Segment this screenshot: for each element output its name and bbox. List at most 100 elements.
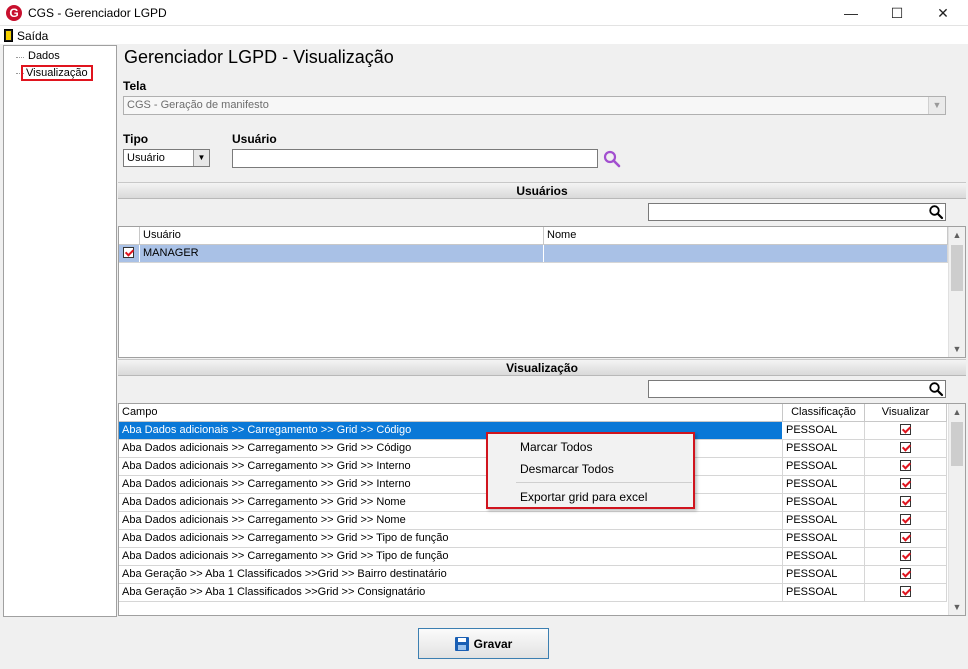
tree-item-visualizacao[interactable]: Visualização [21, 65, 93, 81]
visualizar-cell[interactable] [865, 512, 947, 529]
visualizar-cell[interactable] [865, 530, 947, 547]
visualizar-checkbox[interactable] [900, 549, 911, 561]
classificacao-cell: PESSOAL [783, 440, 865, 457]
visualizacao-grid-header: Campo Classificação Visualizar [119, 404, 947, 422]
visualizacao-filter-input[interactable] [648, 380, 946, 398]
visualizar-cell[interactable] [865, 548, 947, 565]
footer: Gravar [0, 617, 968, 669]
classificacao-cell: PESSOAL [783, 494, 865, 511]
visualizar-checkbox[interactable] [900, 441, 911, 453]
table-row[interactable]: MANAGER [119, 245, 948, 263]
visualizar-checkbox[interactable] [900, 585, 911, 597]
visualizar-cell[interactable] [865, 422, 947, 439]
tipo-select[interactable]: Usuário ▼ [123, 149, 210, 167]
menu-bar: Saída [0, 26, 968, 44]
classificacao-cell: PESSOAL [783, 458, 865, 475]
chevron-down-icon: ▼ [928, 97, 945, 114]
scroll-thumb[interactable] [951, 422, 963, 466]
classificacao-cell: PESSOAL [783, 566, 865, 583]
table-row[interactable]: Aba Dados adicionais >> Carregamento >> … [119, 530, 947, 548]
tree-connector [16, 57, 24, 58]
campo-cell: Aba Dados adicionais >> Carregamento >> … [119, 512, 783, 529]
visualizar-checkbox[interactable] [900, 495, 911, 507]
campo-cell: Aba Geração >> Aba 1 Classificados >>Gri… [119, 584, 783, 601]
main-panel: Gerenciador LGPD - Visualização Tela CGS… [118, 45, 968, 617]
visualizar-cell[interactable] [865, 458, 947, 475]
campo-cell: Aba Dados adicionais >> Carregamento >> … [119, 530, 783, 547]
table-row[interactable]: Aba Dados adicionais >> Carregamento >> … [119, 512, 947, 530]
menu-item-desmarcar-todos[interactable]: Desmarcar Todos [520, 462, 614, 476]
navigation-tree: Dados Visualização [3, 45, 117, 617]
usuario-label: Usuário [232, 132, 277, 146]
chevron-down-icon[interactable]: ▼ [193, 150, 209, 166]
row-checkbox-cell[interactable] [119, 245, 140, 262]
page-title: Gerenciador LGPD - Visualização [124, 47, 394, 67]
context-menu: Marcar Todos Desmarcar Todos Exportar gr… [486, 432, 695, 509]
maximize-button[interactable]: ☐ [874, 0, 920, 26]
tree-item-dados[interactable]: Dados [26, 50, 62, 62]
title-bar: G CGS - Gerenciador LGPD — ☐ ✕ [0, 0, 968, 26]
classificacao-cell: PESSOAL [783, 548, 865, 565]
scroll-down-icon[interactable]: ▼ [949, 341, 965, 357]
usuarios-section-header: Usuários [118, 182, 966, 199]
campo-cell: Aba Dados adicionais >> Carregamento >> … [119, 548, 783, 565]
visualizacao-section-header: Visualização [118, 359, 966, 376]
exit-door-icon [4, 29, 13, 42]
classificacao-cell: PESSOAL [783, 530, 865, 547]
minimize-button[interactable]: — [828, 0, 874, 26]
scroll-up-icon[interactable]: ▲ [949, 404, 965, 420]
scroll-down-icon[interactable]: ▼ [949, 599, 965, 615]
menu-exit-label: Saída [17, 28, 49, 43]
column-header-visualizar[interactable]: Visualizar [865, 404, 947, 421]
visualizar-checkbox[interactable] [900, 513, 911, 525]
visualizar-checkbox[interactable] [900, 531, 911, 543]
visualizar-checkbox[interactable] [900, 567, 911, 579]
visualizar-checkbox[interactable] [900, 477, 911, 489]
app-logo-icon: G [6, 5, 22, 21]
usuarios-filter-input[interactable] [648, 203, 946, 221]
menu-exit[interactable]: Saída [4, 28, 48, 43]
close-button[interactable]: ✕ [920, 0, 966, 26]
visualizar-cell[interactable] [865, 584, 947, 601]
column-header-classificacao[interactable]: Classificação [783, 404, 865, 421]
visualizar-cell[interactable] [865, 476, 947, 493]
tela-select[interactable]: CGS - Geração de manifesto ▼ [123, 96, 946, 115]
usuarios-grid: Usuário Nome MANAGER ▲ ▼ [118, 226, 966, 358]
column-header-usuario[interactable]: Usuário [140, 227, 544, 244]
table-row[interactable]: Aba Dados adicionais >> Carregamento >> … [119, 548, 947, 566]
column-header-nome[interactable]: Nome [544, 227, 948, 244]
usuario-input[interactable] [232, 149, 598, 168]
menu-separator [516, 482, 692, 483]
scroll-thumb[interactable] [951, 245, 963, 291]
menu-item-exportar-excel[interactable]: Exportar grid para excel [520, 490, 647, 504]
column-header-check [119, 227, 140, 244]
column-header-campo[interactable]: Campo [119, 404, 783, 421]
menu-item-marcar-todos[interactable]: Marcar Todos [520, 440, 592, 454]
search-icon[interactable] [602, 149, 622, 169]
classificacao-cell: PESSOAL [783, 512, 865, 529]
classificacao-cell: PESSOAL [783, 584, 865, 601]
visualizar-cell[interactable] [865, 494, 947, 511]
window-title: CGS - Gerenciador LGPD [28, 6, 167, 20]
row-checkbox[interactable] [123, 246, 134, 258]
search-icon[interactable] [928, 204, 944, 220]
save-button[interactable]: Gravar [418, 628, 549, 659]
tipo-label: Tipo [123, 132, 149, 146]
tela-select-value: CGS - Geração de manifesto [127, 99, 269, 111]
usuario-cell: MANAGER [140, 245, 544, 262]
visualizar-checkbox[interactable] [900, 459, 911, 471]
floppy-disk-icon [454, 636, 469, 651]
table-row[interactable]: Aba Geração >> Aba 1 Classificados >>Gri… [119, 584, 947, 602]
search-icon[interactable] [928, 381, 944, 397]
visualizar-checkbox[interactable] [900, 423, 911, 435]
visualizar-cell[interactable] [865, 440, 947, 457]
classificacao-cell: PESSOAL [783, 476, 865, 493]
nome-cell [544, 245, 948, 262]
usuarios-grid-header: Usuário Nome [119, 227, 948, 245]
visualizar-cell[interactable] [865, 566, 947, 583]
scroll-up-icon[interactable]: ▲ [949, 227, 965, 243]
usuarios-scrollbar[interactable]: ▲ ▼ [948, 227, 965, 357]
classificacao-cell: PESSOAL [783, 422, 865, 439]
table-row[interactable]: Aba Geração >> Aba 1 Classificados >>Gri… [119, 566, 947, 584]
visualizacao-scrollbar[interactable]: ▲ ▼ [948, 404, 965, 615]
